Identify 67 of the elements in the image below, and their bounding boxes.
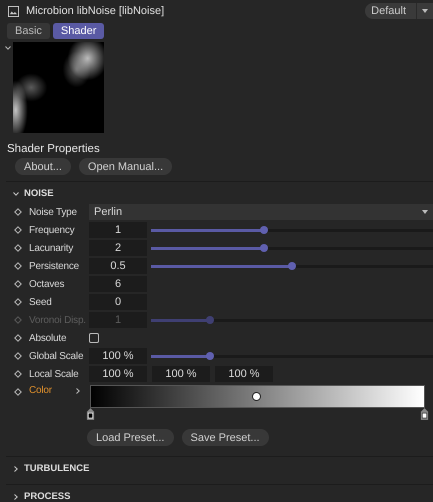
caret-icon bbox=[422, 9, 428, 13]
button[interactable]: About... bbox=[15, 158, 71, 175]
gradient-midpoint-handle[interactable] bbox=[252, 392, 262, 401]
number-field[interactable]: 2 bbox=[89, 240, 147, 256]
checkbox[interactable] bbox=[89, 333, 99, 343]
parameter-label: Lacunarity bbox=[29, 242, 74, 254]
section-header[interactable]: NOISE bbox=[0, 184, 433, 203]
section-header[interactable]: TURBULENCE bbox=[0, 459, 433, 478]
chevron-icon bbox=[13, 192, 19, 196]
number-field[interactable]: 6 bbox=[89, 276, 147, 292]
chevron-icon bbox=[14, 466, 18, 472]
preset-label: Default bbox=[365, 3, 417, 19]
dropdown[interactable]: Perlin bbox=[89, 204, 433, 220]
parameter-label: Persistence bbox=[29, 260, 80, 272]
chevron-down-icon[interactable] bbox=[5, 46, 11, 50]
section-header[interactable]: PROCESS bbox=[0, 487, 433, 502]
parameter-label: Local Scale bbox=[29, 368, 80, 380]
number-field[interactable]: 0.5 bbox=[89, 258, 147, 274]
color-stop-marker[interactable] bbox=[420, 408, 429, 420]
keyframe-diamond-icon[interactable] bbox=[14, 388, 22, 396]
keyframe-diamond-icon[interactable] bbox=[14, 280, 22, 288]
preset-dropdown[interactable]: Default bbox=[365, 3, 433, 19]
number-field[interactable]: 100 % bbox=[215, 366, 273, 382]
keyframe-diamond-icon[interactable] bbox=[14, 352, 22, 360]
parameter-label: Absolute bbox=[29, 332, 68, 344]
parameter-label: Noise Type bbox=[29, 206, 78, 218]
number-field[interactable]: 0 bbox=[89, 294, 147, 310]
section-title: PROCESS bbox=[24, 491, 70, 502]
section-title: NOISE bbox=[24, 188, 54, 199]
tab[interactable]: Shader bbox=[52, 23, 104, 39]
keyframe-diamond-icon[interactable] bbox=[14, 298, 22, 306]
tab[interactable]: Basic bbox=[7, 23, 50, 39]
section-title: Shader Properties bbox=[7, 143, 101, 155]
keyframe-diamond-icon[interactable] bbox=[14, 262, 22, 270]
gradient-bar[interactable] bbox=[90, 385, 425, 408]
slider-thumb[interactable] bbox=[260, 226, 268, 234]
button[interactable]: Open Manual... bbox=[78, 158, 172, 175]
slider-track[interactable] bbox=[151, 264, 433, 268]
chevron-right-icon[interactable] bbox=[76, 388, 80, 394]
keyframe-diamond-icon[interactable] bbox=[14, 244, 22, 252]
caret-icon bbox=[422, 210, 428, 214]
button[interactable]: Save Preset... bbox=[182, 429, 269, 446]
keyframe-diamond-icon[interactable] bbox=[14, 334, 22, 342]
window-title: Microbion libNoise [libNoise] bbox=[26, 5, 164, 17]
dropdown-value: Perlin bbox=[94, 206, 122, 218]
color-stop-marker[interactable] bbox=[86, 408, 95, 420]
number-field[interactable]: 100 % bbox=[89, 366, 147, 382]
number-field[interactable]: 1 bbox=[89, 222, 147, 238]
keyframe-diamond-icon[interactable] bbox=[14, 370, 22, 378]
parameter-label: Seed bbox=[29, 296, 53, 308]
slider-track[interactable] bbox=[151, 228, 433, 232]
slider-thumb[interactable] bbox=[260, 244, 268, 252]
keyframe-diamond-icon[interactable] bbox=[14, 226, 22, 234]
image-icon bbox=[8, 6, 19, 16]
button[interactable]: Load Preset... bbox=[87, 429, 174, 446]
parameter-label: Frequency bbox=[29, 224, 76, 236]
slider-thumb[interactable] bbox=[206, 352, 214, 360]
slider-track[interactable] bbox=[151, 246, 433, 250]
parameter-label: Color bbox=[29, 385, 52, 396]
keyframe-diamond-icon[interactable] bbox=[14, 208, 22, 216]
parameter-label: Global Scale bbox=[29, 350, 84, 362]
number-field[interactable]: 100 % bbox=[152, 366, 210, 382]
slider-thumb[interactable] bbox=[288, 262, 296, 270]
section-title: TURBULENCE bbox=[24, 463, 90, 474]
number-field[interactable]: 100 % bbox=[89, 348, 147, 364]
chevron-icon bbox=[14, 494, 18, 500]
parameter-label: Octaves bbox=[29, 278, 66, 290]
